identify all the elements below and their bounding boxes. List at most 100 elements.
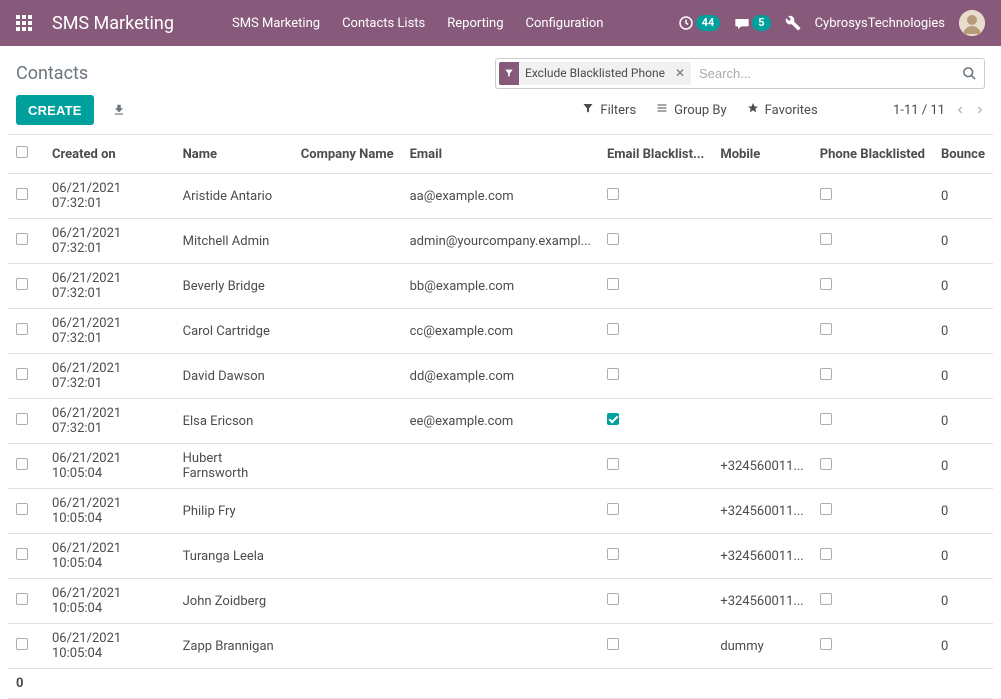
row-checkbox[interactable] xyxy=(16,278,28,290)
table-row[interactable]: 06/21/2021 07:32:01Aristide Antarioaa@ex… xyxy=(8,174,993,219)
phone-blacklist-checkbox[interactable] xyxy=(820,368,832,380)
cell-email-blacklist xyxy=(599,579,712,624)
phone-blacklist-checkbox[interactable] xyxy=(820,323,832,335)
row-checkbox[interactable] xyxy=(16,503,28,515)
email-blacklist-checkbox[interactable] xyxy=(607,233,619,245)
cell-bounce: 0 xyxy=(933,354,993,399)
phone-blacklist-checkbox[interactable] xyxy=(820,188,832,200)
cell-bounce: 0 xyxy=(933,399,993,444)
create-button[interactable]: CREATE xyxy=(16,95,94,125)
discuss-badge: 5 xyxy=(752,15,770,31)
row-checkbox[interactable] xyxy=(16,638,28,650)
table-row[interactable]: 06/21/2021 10:05:04Zapp Brannigandummy0 xyxy=(8,624,993,669)
th-email-blacklist[interactable]: Email Blacklist... xyxy=(599,135,712,174)
table-row[interactable]: 06/21/2021 10:05:04Philip Fry+324560011.… xyxy=(8,489,993,534)
email-blacklist-checkbox[interactable] xyxy=(607,638,619,650)
cell-bounce: 0 xyxy=(933,174,993,219)
activity-icon[interactable]: 44 xyxy=(678,15,721,31)
table-row[interactable]: 06/21/2021 10:05:04Hubert Farnsworth+324… xyxy=(8,444,993,489)
search-facet: Exclude Blacklisted Phone ✕ xyxy=(499,62,691,85)
email-blacklist-checkbox[interactable] xyxy=(607,413,619,425)
email-blacklist-checkbox[interactable] xyxy=(607,368,619,380)
email-blacklist-checkbox[interactable] xyxy=(607,458,619,470)
nav-menu-item[interactable]: Configuration xyxy=(526,16,604,31)
search-box[interactable]: Exclude Blacklisted Phone ✕ xyxy=(495,58,985,89)
cell-name: Carol Cartridge xyxy=(175,309,293,354)
email-blacklist-checkbox[interactable] xyxy=(607,188,619,200)
row-checkbox[interactable] xyxy=(16,548,28,560)
th-name[interactable]: Name xyxy=(175,135,293,174)
cell-phone-blacklist xyxy=(812,354,933,399)
cell-email-blacklist xyxy=(599,354,712,399)
user-avatar[interactable] xyxy=(959,10,985,36)
table-row[interactable]: 06/21/2021 07:32:01David Dawsondd@exampl… xyxy=(8,354,993,399)
row-checkbox[interactable] xyxy=(16,368,28,380)
search-input[interactable] xyxy=(695,66,962,81)
row-checkbox[interactable] xyxy=(16,188,28,200)
table-row[interactable]: 06/21/2021 10:05:04Turanga Leela+3245600… xyxy=(8,534,993,579)
th-phone-blacklist[interactable]: Phone Blacklisted xyxy=(812,135,933,174)
phone-blacklist-checkbox[interactable] xyxy=(820,458,832,470)
cell-created-on: 06/21/2021 10:05:04 xyxy=(44,579,175,624)
select-all-checkbox[interactable] xyxy=(16,146,28,158)
phone-blacklist-checkbox[interactable] xyxy=(820,548,832,560)
nav-menu-item[interactable]: Reporting xyxy=(447,16,503,31)
phone-blacklist-checkbox[interactable] xyxy=(820,413,832,425)
nav-menu-item[interactable]: Contacts Lists xyxy=(342,16,425,31)
table-row[interactable]: 06/21/2021 07:32:01Beverly Bridgebb@exam… xyxy=(8,264,993,309)
phone-blacklist-checkbox[interactable] xyxy=(820,233,832,245)
phone-blacklist-checkbox[interactable] xyxy=(820,278,832,290)
favorites-label: Favorites xyxy=(765,103,818,118)
cell-phone-blacklist xyxy=(812,579,933,624)
cell-company-name xyxy=(293,579,402,624)
phone-blacklist-checkbox[interactable] xyxy=(820,593,832,605)
row-checkbox[interactable] xyxy=(16,458,28,470)
cell-email-blacklist xyxy=(599,219,712,264)
row-checkbox[interactable] xyxy=(16,413,28,425)
email-blacklist-checkbox[interactable] xyxy=(607,548,619,560)
cell-mobile xyxy=(712,174,811,219)
company-switcher[interactable]: CybrosysTechnologies xyxy=(815,16,945,31)
cell-bounce: 0 xyxy=(933,489,993,534)
table-row[interactable]: 06/21/2021 07:32:01Mitchell Adminadmin@y… xyxy=(8,219,993,264)
th-mobile[interactable]: Mobile xyxy=(712,135,811,174)
favorites-button[interactable]: Favorites xyxy=(747,102,818,118)
filters-button[interactable]: Filters xyxy=(582,102,636,118)
cell-company-name xyxy=(293,354,402,399)
row-checkbox[interactable] xyxy=(16,323,28,335)
groupby-button[interactable]: Group By xyxy=(656,102,727,118)
phone-blacklist-checkbox[interactable] xyxy=(820,638,832,650)
import-button[interactable] xyxy=(112,103,126,117)
email-blacklist-checkbox[interactable] xyxy=(607,593,619,605)
th-company-name[interactable]: Company Name xyxy=(293,135,402,174)
th-email[interactable]: Email xyxy=(402,135,599,174)
email-blacklist-checkbox[interactable] xyxy=(607,323,619,335)
row-checkbox[interactable] xyxy=(16,233,28,245)
pager-prev-icon[interactable] xyxy=(955,103,965,117)
table-row[interactable]: 06/21/2021 07:32:01Carol Cartridgecc@exa… xyxy=(8,309,993,354)
cell-email-blacklist xyxy=(599,264,712,309)
pager-next-icon[interactable] xyxy=(975,103,985,117)
th-bounce[interactable]: Bounce xyxy=(933,135,993,174)
app-brand[interactable]: SMS Marketing xyxy=(52,13,174,34)
table-row[interactable]: 06/21/2021 10:05:04John Zoidberg+3245600… xyxy=(8,579,993,624)
discuss-icon[interactable]: 5 xyxy=(734,15,770,31)
cell-created-on: 06/21/2021 07:32:01 xyxy=(44,219,175,264)
facet-remove-icon[interactable]: ✕ xyxy=(669,62,691,85)
cell-email-blacklist xyxy=(599,444,712,489)
groupby-label: Group By xyxy=(674,103,727,118)
row-checkbox[interactable] xyxy=(16,593,28,605)
pager-value[interactable]: 1-11 / 11 xyxy=(893,103,945,118)
debug-icon[interactable] xyxy=(785,15,801,31)
nav-menu-item[interactable]: SMS Marketing xyxy=(232,16,320,31)
cell-email: aa@example.com xyxy=(402,174,599,219)
apps-icon[interactable] xyxy=(16,15,32,31)
table-row[interactable]: 06/21/2021 07:32:01Elsa Ericsonee@exampl… xyxy=(8,399,993,444)
phone-blacklist-checkbox[interactable] xyxy=(820,503,832,515)
email-blacklist-checkbox[interactable] xyxy=(607,278,619,290)
th-created-on[interactable]: Created on xyxy=(44,135,175,174)
search-icon[interactable] xyxy=(962,66,977,81)
cell-name: Hubert Farnsworth xyxy=(175,444,293,489)
email-blacklist-checkbox[interactable] xyxy=(607,503,619,515)
cell-email xyxy=(402,579,599,624)
